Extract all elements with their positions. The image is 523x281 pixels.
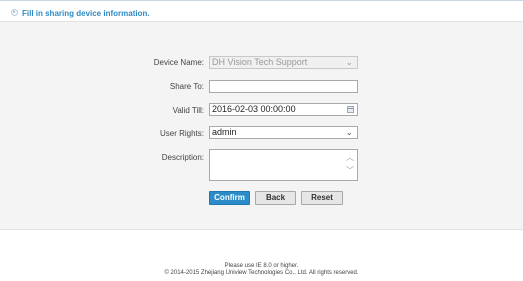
reset-button[interactable]: Reset <box>301 191 343 205</box>
scroll-up-icon[interactable]: ︿ <box>346 154 354 162</box>
valid-till-value: 2016-02-03 00:00:00 <box>212 104 296 114</box>
calendar-icon[interactable] <box>347 106 354 113</box>
copyright-notice: © 2014-2015 Zhejiang Uniview Technologie… <box>164 270 359 276</box>
scroll-down-icon[interactable]: ﹀ <box>346 167 354 175</box>
device-name-value: DH Vision Tech Support <box>212 57 308 67</box>
chevron-down-icon: ⌄ <box>345 57 353 67</box>
chevron-down-icon: ⌄ <box>345 127 353 137</box>
description-textarea[interactable]: ︿ ﹀ <box>209 149 358 181</box>
user-rights-label: User Rights: <box>159 129 204 138</box>
valid-till-input[interactable]: 2016-02-03 00:00:00 <box>209 103 358 116</box>
share-to-label: Share To: <box>169 82 204 91</box>
valid-till-label: Valid Till: <box>172 106 204 115</box>
page-title: Fill in sharing device information. <box>22 9 150 18</box>
user-rights-value: admin <box>212 127 237 137</box>
user-rights-select[interactable]: admin ⌄ <box>209 126 358 139</box>
arrow-right-icon: ▸ <box>11 9 18 16</box>
device-name-select: DH Vision Tech Support ⌄ <box>209 56 358 69</box>
description-label: Description: <box>161 153 204 162</box>
footer: Please use IE 8.0 or higher. © 2014-2015… <box>0 263 523 277</box>
page-header: ▸ Fill in sharing device information. <box>0 1 523 21</box>
confirm-button[interactable]: Confirm <box>209 191 250 205</box>
device-name-label: Device Name: <box>153 58 204 67</box>
browser-notice: Please use IE 8.0 or higher. <box>224 263 299 269</box>
share-to-input[interactable] <box>209 80 358 93</box>
back-button[interactable]: Back <box>255 191 296 205</box>
